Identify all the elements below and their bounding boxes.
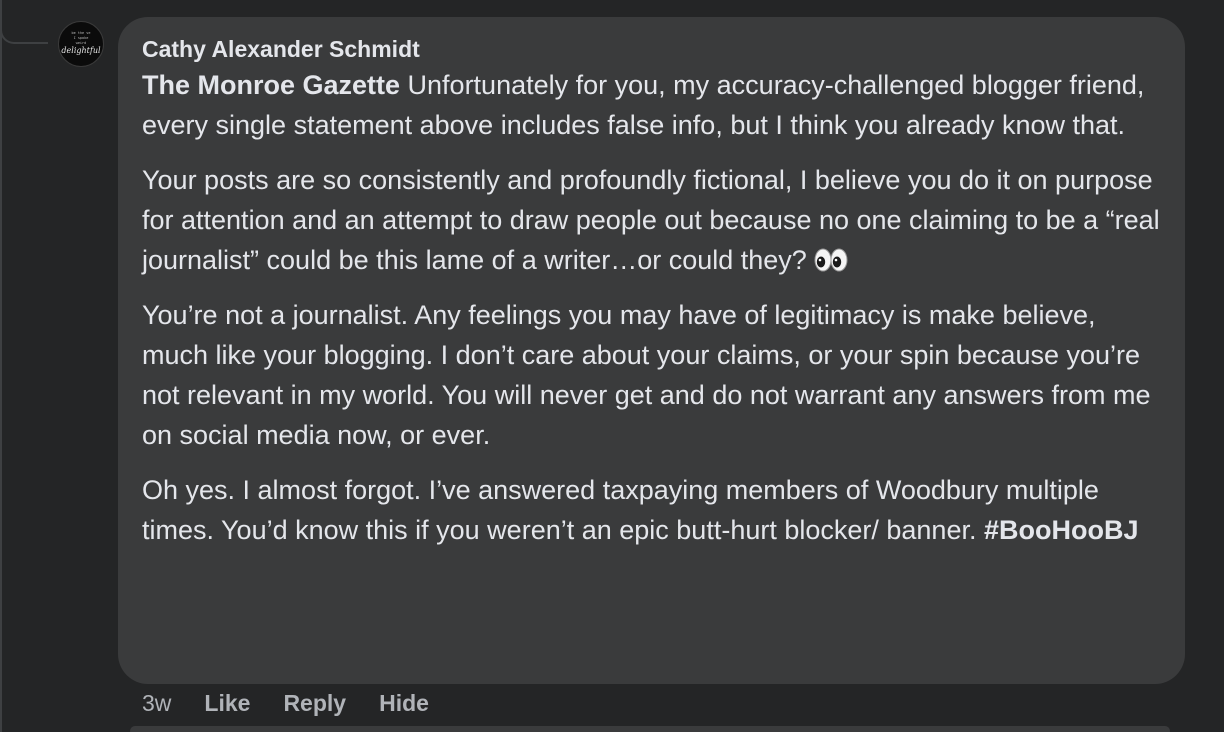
paragraph-text: You’re not a journalist. Any feelings yo…	[142, 300, 1151, 450]
comment-author[interactable]: Cathy Alexander Schmidt	[142, 35, 1161, 63]
avatar[interactable]: be the ve I spoke weird delightful	[58, 21, 104, 67]
thread-connector	[0, 0, 48, 44]
comment-paragraph: Oh yes. I almost forgot. I’ve answered t…	[142, 470, 1161, 550]
eyes-emoji-icon	[814, 243, 848, 272]
comment-paragraph: You’re not a journalist. Any feelings yo…	[142, 295, 1161, 455]
comment-thread: be the ve I spoke weird delightful Cathy…	[0, 0, 1224, 732]
comment-timestamp[interactable]: 3w	[142, 690, 171, 717]
reply-button[interactable]: Reply	[283, 690, 346, 717]
comment-actions: 3w Like Reply Hide	[142, 688, 462, 718]
hashtag-link[interactable]: #BooHooBJ	[984, 515, 1139, 545]
paragraph-text: Oh yes. I almost forgot. I’ve answered t…	[142, 475, 1099, 545]
like-button[interactable]: Like	[204, 690, 250, 717]
comment-paragraph: The Monroe Gazette Unfortunately for you…	[142, 65, 1161, 145]
comment-bubble: Cathy Alexander Schmidt The Monroe Gazet…	[118, 17, 1185, 684]
avatar-text-line: be the ve	[71, 31, 91, 35]
paragraph-text: Your posts are so consistently and profo…	[142, 165, 1160, 275]
mention-link[interactable]: The Monroe Gazette	[142, 70, 400, 100]
avatar-script-text: delightful	[61, 46, 101, 55]
thread-line	[0, 0, 2, 732]
avatar-text-line: I spoke	[73, 36, 89, 40]
hide-button[interactable]: Hide	[379, 690, 429, 717]
comment-paragraph: Your posts are so consistently and profo…	[142, 160, 1161, 280]
avatar-text-line: weird	[75, 41, 87, 45]
next-comment-edge	[130, 726, 1170, 732]
